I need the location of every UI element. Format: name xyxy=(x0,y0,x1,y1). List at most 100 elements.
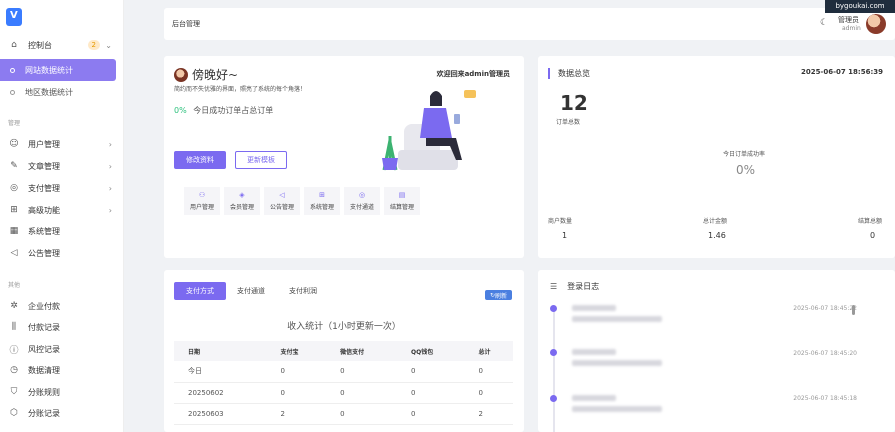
update-template-button[interactable]: 更新模板 xyxy=(235,151,287,169)
sidebar-item-cleanup[interactable]: ◷ 数据清理 xyxy=(0,359,124,381)
edit-icon: ✎ xyxy=(10,161,18,171)
log-entry-redacted xyxy=(572,316,662,322)
quick-settlement[interactable]: ▤ 结算管理 xyxy=(384,187,420,215)
table-cell: 0 xyxy=(397,382,465,404)
sidebar-item-articles[interactable]: ✎ 文章管理 › xyxy=(0,155,124,177)
check-circle-icon: ◎ xyxy=(10,183,18,193)
stats-title: 数据总览 xyxy=(548,68,590,79)
table-cell: 2 xyxy=(464,403,513,425)
sidebar-item-label: 文章管理 xyxy=(28,161,60,171)
sidebar-item-notices[interactable]: ◁ 公告管理 xyxy=(0,242,124,264)
sidebar-item-dashboard[interactable]: ⌂ 控制台 2 ⌄ xyxy=(0,34,124,56)
table-cell: 0 xyxy=(326,403,398,425)
sidebar-sub-site-stats[interactable]: 网站数据统计 xyxy=(0,59,116,81)
sidebar-item-label: 风控记录 xyxy=(28,344,60,354)
table-cell: 0 xyxy=(326,424,398,432)
sidebar-sub-region-stats[interactable]: 地区数据统计 xyxy=(0,81,116,103)
sidebar-item-label: 分账记录 xyxy=(28,408,60,418)
grid-icon: ⊞ xyxy=(10,205,18,215)
sidebar-sub-label: 网站数据统计 xyxy=(25,65,73,75)
quick-system-manage[interactable]: ⊞ 系统管理 xyxy=(304,187,340,215)
speaker-icon: ◁ xyxy=(279,191,285,199)
tab-pay-method[interactable]: 支付方式 xyxy=(174,282,226,300)
admin-role[interactable]: 管理员 xyxy=(838,15,859,25)
success-percent-label: 今日成功订单占总订单 xyxy=(193,106,274,115)
speaker-icon: ◁ xyxy=(10,248,18,258)
doc-icon: ▤ xyxy=(398,191,406,199)
chevron-right-icon: › xyxy=(108,161,112,171)
avatar[interactable] xyxy=(866,14,886,34)
refresh-label: 刷新 xyxy=(495,292,508,300)
apps-icon: ▦ xyxy=(9,226,19,236)
quick-notice-manage[interactable]: ◁ 公告管理 xyxy=(264,187,300,215)
table-cell: 20250603 xyxy=(174,403,267,425)
circle-icon xyxy=(10,67,15,73)
table-row: 20250602 0 0 0 0 xyxy=(174,382,513,404)
table-cell: 20250604 xyxy=(174,424,267,432)
table-cell: 0 xyxy=(397,403,465,425)
sidebar-item-label: 高级功能 xyxy=(28,205,60,215)
col-alipay: 支付宝 xyxy=(266,341,327,361)
sidebar-item-system[interactable]: ▦ 系统管理 xyxy=(0,220,124,242)
greeting-text: 傍晚好~ xyxy=(192,68,239,82)
sidebar-item-advanced[interactable]: ⊞ 高级功能 › xyxy=(0,199,124,221)
circle-icon xyxy=(10,89,15,95)
edit-profile-button[interactable]: 修改资料 xyxy=(174,151,226,169)
quick-label: 结算管理 xyxy=(389,204,414,211)
sidebar-item-pay-records[interactable]: ⫼ 付款记录 xyxy=(0,316,124,338)
alert-icon: ⓘ xyxy=(9,345,19,356)
app-logo xyxy=(6,8,22,26)
table-cell: 20250602 xyxy=(174,382,267,404)
orders-total: 12 xyxy=(560,91,588,115)
sidebar-item-users[interactable]: ☺ 用户管理 › xyxy=(0,133,124,155)
sidebar-item-corp-pay[interactable]: ✲ 企业付款 xyxy=(0,295,124,317)
table-cell: 0 xyxy=(326,361,398,383)
cube-icon: ⬡ xyxy=(10,408,18,418)
greeting-subtitle: 简约而不失优雅的界面，照亮了系统的每个角落！ xyxy=(174,86,307,93)
table-cell: 0 xyxy=(266,361,327,383)
home-icon: ⌂ xyxy=(11,40,17,50)
admin-username[interactable]: admin xyxy=(842,25,861,32)
welcome-message: 欢迎回来admin管理员 xyxy=(436,70,510,78)
quick-actions: ⚇ 用户管理 ◈ 会员管理 ◁ 公告管理 ⊞ 系统管理 ◎ 支付通道 ▤ 结算管理 xyxy=(184,187,420,215)
greeting: 傍晚好~ xyxy=(174,66,238,83)
table-cell: 2 xyxy=(266,403,327,425)
table-header-row: 日期 支付宝 微信支付 QQ钱包 总计 xyxy=(174,341,513,361)
login-log-card: ☰ 登录日志 2025-06-07 18:45:22 2025-06-07 18… xyxy=(538,270,895,432)
table-row: 今日 0 0 0 0 xyxy=(174,361,513,383)
table-cell: 0 xyxy=(464,361,513,383)
table-cell: 0 xyxy=(326,382,398,404)
logs-title-text: 登录日志 xyxy=(567,282,600,291)
payments-card: 支付方式 支付通道 支付利润 ↻ 刷新 收入统计（1小时更新一次） 日期 支付宝 … xyxy=(164,270,524,432)
quick-member-manage[interactable]: ◈ 会员管理 xyxy=(224,187,260,215)
sidebar-item-payments[interactable]: ◎ 支付管理 › xyxy=(0,177,124,199)
sidebar-item-label: 用户管理 xyxy=(28,139,60,149)
total-amount-value: 1.46 xyxy=(708,231,726,240)
table-cell: 0 xyxy=(397,361,465,383)
tab-pay-channel[interactable]: 支付通道 xyxy=(230,282,272,300)
sidebar: ⌂ 控制台 2 ⌄ 网站数据统计 地区数据统计 管理 ☺ 用户管理 › ✎ 文章… xyxy=(0,0,124,432)
tab-pay-profit[interactable]: 支付利润 xyxy=(282,282,324,300)
quick-user-manage[interactable]: ⚇ 用户管理 xyxy=(184,187,220,215)
refresh-button[interactable]: ↻ 刷新 xyxy=(485,290,512,300)
sidebar-item-split-records[interactable]: ⬡ 分账记录 xyxy=(0,402,124,424)
welcome-illustration xyxy=(382,90,476,171)
user-icon: ⚇ xyxy=(198,191,206,199)
sidebar-sub-label: 地区数据统计 xyxy=(25,87,73,97)
quick-pay-channel[interactable]: ◎ 支付通道 xyxy=(344,187,380,215)
settings-icon: ✲ xyxy=(10,301,18,311)
timeline xyxy=(553,310,555,432)
table-cell: 0 xyxy=(464,382,513,404)
col-date: 日期 xyxy=(174,341,267,361)
log-entry-time: 2025-06-07 18:45:22 xyxy=(793,305,857,312)
dashboard-badge: 2 xyxy=(87,40,100,50)
total-amount-label: 总计金额 xyxy=(703,218,728,225)
moon-icon[interactable]: ☾ xyxy=(820,18,830,28)
sidebar-item-split-rules[interactable]: ⛉ 分账规则 xyxy=(0,381,124,403)
sidebar-item-risk[interactable]: ⓘ 风控记录 xyxy=(0,338,124,360)
quick-label: 系统管理 xyxy=(309,204,334,211)
top-header: 后台管理 ☾ 管理员 admin xyxy=(164,8,895,40)
sidebar-item-label: 数据清理 xyxy=(28,365,60,375)
log-entry-redacted xyxy=(572,395,616,401)
timeline-dot xyxy=(550,305,557,312)
